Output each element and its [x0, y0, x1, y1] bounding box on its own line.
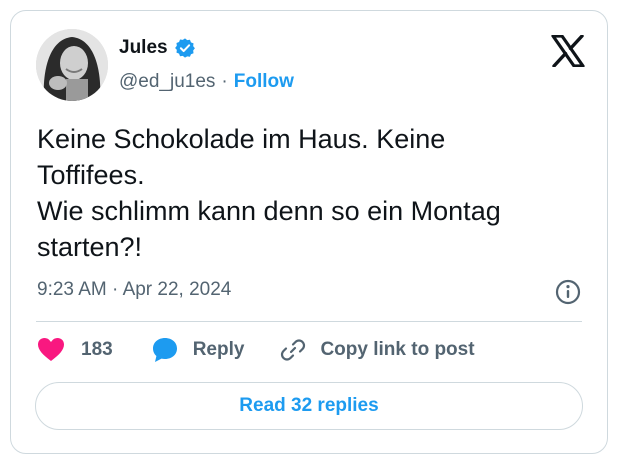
heart-icon: [37, 337, 65, 363]
info-icon[interactable]: [555, 279, 581, 305]
link-icon: [280, 337, 306, 363]
avatar[interactable]: [36, 29, 108, 101]
tweet-card: Jules @ed_ju1es · Follow Keine Schokolad…: [10, 10, 608, 454]
reply-label: Reply: [192, 339, 245, 360]
author-name-row: Jules: [119, 37, 196, 59]
like-count: 183: [81, 339, 113, 360]
separator: ·: [221, 71, 228, 92]
read-replies-button[interactable]: Read 32 replies: [35, 382, 583, 430]
author-name[interactable]: Jules: [119, 37, 168, 59]
avatar-photo: [36, 29, 108, 101]
tweet-time: 9:23 AM: [37, 279, 107, 300]
author-handle[interactable]: @ed_ju1es: [119, 71, 215, 93]
like-button[interactable]: 183: [37, 337, 113, 363]
speech-bubble-icon: [151, 336, 179, 364]
tweet-date: Apr 22, 2024: [122, 279, 232, 300]
author-handle-row: @ed_ju1es · Follow: [119, 71, 294, 93]
tweet-timestamp[interactable]: 9:23 AM · Apr 22, 2024: [37, 279, 231, 301]
tweet-text: Keine Schokolade im Haus. Keine Toffifee…: [37, 124, 501, 262]
copy-link-label: Copy link to post: [320, 339, 475, 360]
divider: [36, 321, 582, 322]
reply-button[interactable]: Reply: [151, 336, 245, 364]
action-bar: 183 Reply Copy link to post: [37, 336, 475, 364]
x-logo-icon[interactable]: [551, 34, 585, 68]
verified-badge-icon: [174, 37, 196, 59]
copy-link-button[interactable]: Copy link to post: [280, 337, 475, 363]
meta-separator: ·: [112, 279, 119, 300]
follow-button[interactable]: Follow: [234, 71, 294, 93]
